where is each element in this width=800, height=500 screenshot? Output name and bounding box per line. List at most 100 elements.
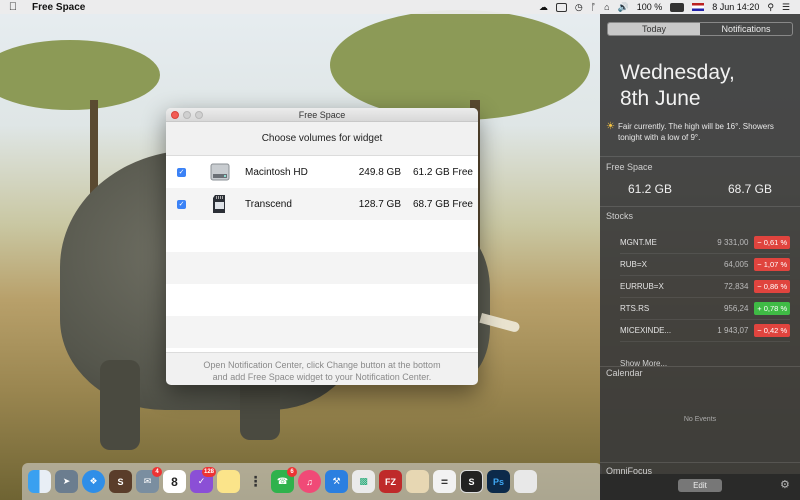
stock-row[interactable]: RUB=X 64,005 − 1,07 % — [620, 254, 790, 276]
stock-change[interactable]: + 0,78 % — [754, 302, 790, 315]
sublime-icon[interactable]: S — [109, 470, 132, 493]
close-button[interactable] — [171, 111, 179, 119]
dialog-footer: Open Notification Center, click Change b… — [166, 352, 478, 385]
battery-icon[interactable] — [670, 2, 685, 12]
activity-monitor-icon[interactable]: ▩ — [352, 470, 375, 493]
volume-icon[interactable]: 🔊 — [618, 2, 629, 13]
wallpaper-tree — [0, 40, 160, 110]
stock-row[interactable]: MGNT.ME 9 331,00 − 0,61 % — [620, 232, 790, 254]
window-titlebar[interactable]: Free Space — [166, 108, 478, 122]
facetime-icon[interactable]: ☎ 6 — [271, 467, 297, 493]
volume-name: Macintosh HD — [245, 166, 308, 178]
free-space-app-icon[interactable]: S — [460, 470, 483, 493]
menubar-clock[interactable]: 8 Jun 14:20 — [712, 2, 759, 12]
sd-card-icon — [213, 195, 225, 213]
calendar-day: 8 — [171, 474, 178, 489]
stock-price: 1 943,07 — [717, 326, 749, 335]
script-editor-icon[interactable] — [406, 470, 429, 493]
dialog-heading: Choose volumes for widget — [166, 122, 478, 156]
input-source-flag-icon[interactable] — [692, 3, 705, 11]
equals-app-icon[interactable]: = — [433, 470, 456, 493]
nc-date: Wednesday, 8th June — [620, 60, 735, 112]
hard-drive-icon — [210, 163, 230, 181]
table-row-empty — [166, 252, 478, 284]
stock-change[interactable]: − 1,07 % — [754, 258, 790, 271]
section-divider — [600, 206, 800, 207]
notes-icon[interactable] — [217, 470, 240, 493]
tab-today[interactable]: Today — [608, 23, 700, 35]
table-row-empty — [166, 316, 478, 348]
stocks-section-label: Stocks — [606, 211, 634, 221]
app-menu-name[interactable]: Free Space — [32, 2, 85, 13]
stock-row[interactable]: RTS.RS 956,24 + 0,78 % — [620, 298, 790, 320]
window-controls — [171, 111, 203, 119]
itunes-icon[interactable]: ♫ — [298, 470, 321, 493]
free-space-section-label: Free Space — [606, 162, 653, 172]
free-space-value: 61.2 GB — [627, 182, 673, 196]
section-divider — [600, 156, 800, 157]
window-title: Free Space — [298, 110, 346, 120]
wifi-icon[interactable]: ⌂ — [604, 2, 609, 12]
volume-checkbox[interactable]: ✓ — [177, 199, 186, 209]
notification-center-icon[interactable]: ☰ — [782, 2, 790, 13]
stock-row[interactable]: MICEXINDE... 1 943,07 − 0,42 % — [620, 320, 790, 342]
safari-icon[interactable]: ❖ — [82, 470, 105, 493]
xcode-icon[interactable]: ⚒ — [325, 470, 348, 493]
sun-icon: ☀ — [606, 121, 615, 132]
zoom-button[interactable] — [195, 111, 203, 119]
volume-free: 68.7 GB Free — [412, 198, 473, 210]
section-divider — [600, 366, 800, 367]
stock-change[interactable]: − 0,42 % — [754, 324, 790, 337]
mail-badge: 4 — [152, 467, 162, 477]
wallpaper-tree — [330, 10, 590, 120]
section-divider — [600, 462, 800, 463]
stock-change[interactable]: − 0,86 % — [754, 280, 790, 293]
calendar-icon[interactable]: 8 — [163, 470, 186, 493]
notification-center: Today Notifications Wednesday, 8th June … — [600, 14, 800, 500]
dock: ➤ ❖ S ✉ 4 8 ✓ 128 ⋮ ☎ 6 ♫ ⚒ ▩ FZ = S Ps — [22, 463, 602, 500]
launchpad-icon[interactable]: ➤ — [55, 470, 78, 493]
stock-symbol: MICEXINDE... — [620, 326, 672, 335]
battery-label[interactable]: 100 % — [637, 2, 663, 12]
cloud-icon[interactable]: ☁ — [539, 2, 548, 13]
nc-day: 8th June — [620, 87, 701, 110]
stock-change[interactable]: − 0,61 % — [754, 236, 790, 249]
stock-price: 72,834 — [723, 282, 749, 291]
table-row[interactable]: ✓ Transcend 128.7 GB 68.7 GB Free — [166, 188, 478, 220]
omnifocus-icon[interactable]: ✓ 128 — [190, 467, 216, 493]
tab-notifications[interactable]: Notifications — [700, 23, 792, 35]
table-row[interactable]: ✓ Macintosh HD 249.8 GB 61.2 GB Free — [166, 156, 478, 188]
photoshop-label: Ps — [492, 476, 504, 487]
trash-icon[interactable] — [514, 470, 537, 493]
volume-name: Transcend — [245, 198, 292, 210]
weather-summary: ☀ Fair currently. The high will be 16°. … — [606, 121, 796, 143]
stock-symbol: RTS.RS — [620, 304, 650, 313]
photoshop-icon[interactable]: Ps — [487, 470, 510, 493]
separator-icon: ⋮ — [248, 473, 263, 489]
spotlight-icon[interactable]: ⚲ — [767, 2, 774, 13]
stocks-widget: MGNT.ME 9 331,00 − 0,61 % RUB=X 64,005 −… — [620, 232, 790, 342]
volume-size: 249.8 GB — [358, 166, 401, 178]
volume-free: 61.2 GB Free — [412, 166, 473, 178]
stock-row[interactable]: EURRUB=X 72,834 − 0,86 % — [620, 276, 790, 298]
footer-hint-line: and add Free Space widget to your Notifi… — [212, 372, 432, 382]
minimize-button[interactable] — [183, 111, 191, 119]
bluetooth-icon[interactable]: ᚩ — [591, 2, 596, 12]
nc-weekday: Wednesday, — [620, 61, 735, 84]
weather-text: Fair currently. The high will be 16°. Sh… — [618, 122, 774, 142]
time-machine-icon[interactable]: ◷ — [575, 2, 583, 13]
filezilla-icon[interactable]: FZ — [379, 470, 402, 493]
mail-icon[interactable]: ✉ 4 — [136, 467, 162, 493]
menu-extras: ☁ ◷ ᚩ ⌂ 🔊 100 % 8 Jun 14:20 ⚲ ☰ — [539, 0, 790, 14]
volume-checkbox[interactable]: ✓ — [177, 167, 186, 177]
finder-icon[interactable] — [28, 470, 51, 493]
gear-icon[interactable]: ⚙ — [780, 478, 790, 491]
display-icon[interactable] — [555, 2, 567, 12]
stock-price: 9 331,00 — [717, 238, 749, 247]
stock-price: 956,24 — [723, 304, 749, 313]
free-space-window: Free Space Choose volumes for widget ✓ M… — [166, 108, 478, 385]
stock-symbol: EURRUB=X — [620, 282, 664, 291]
nc-tab-bar: Today Notifications — [607, 22, 793, 36]
apple-menu-icon[interactable]:  — [0, 1, 26, 13]
edit-button[interactable]: Edit — [678, 479, 722, 492]
